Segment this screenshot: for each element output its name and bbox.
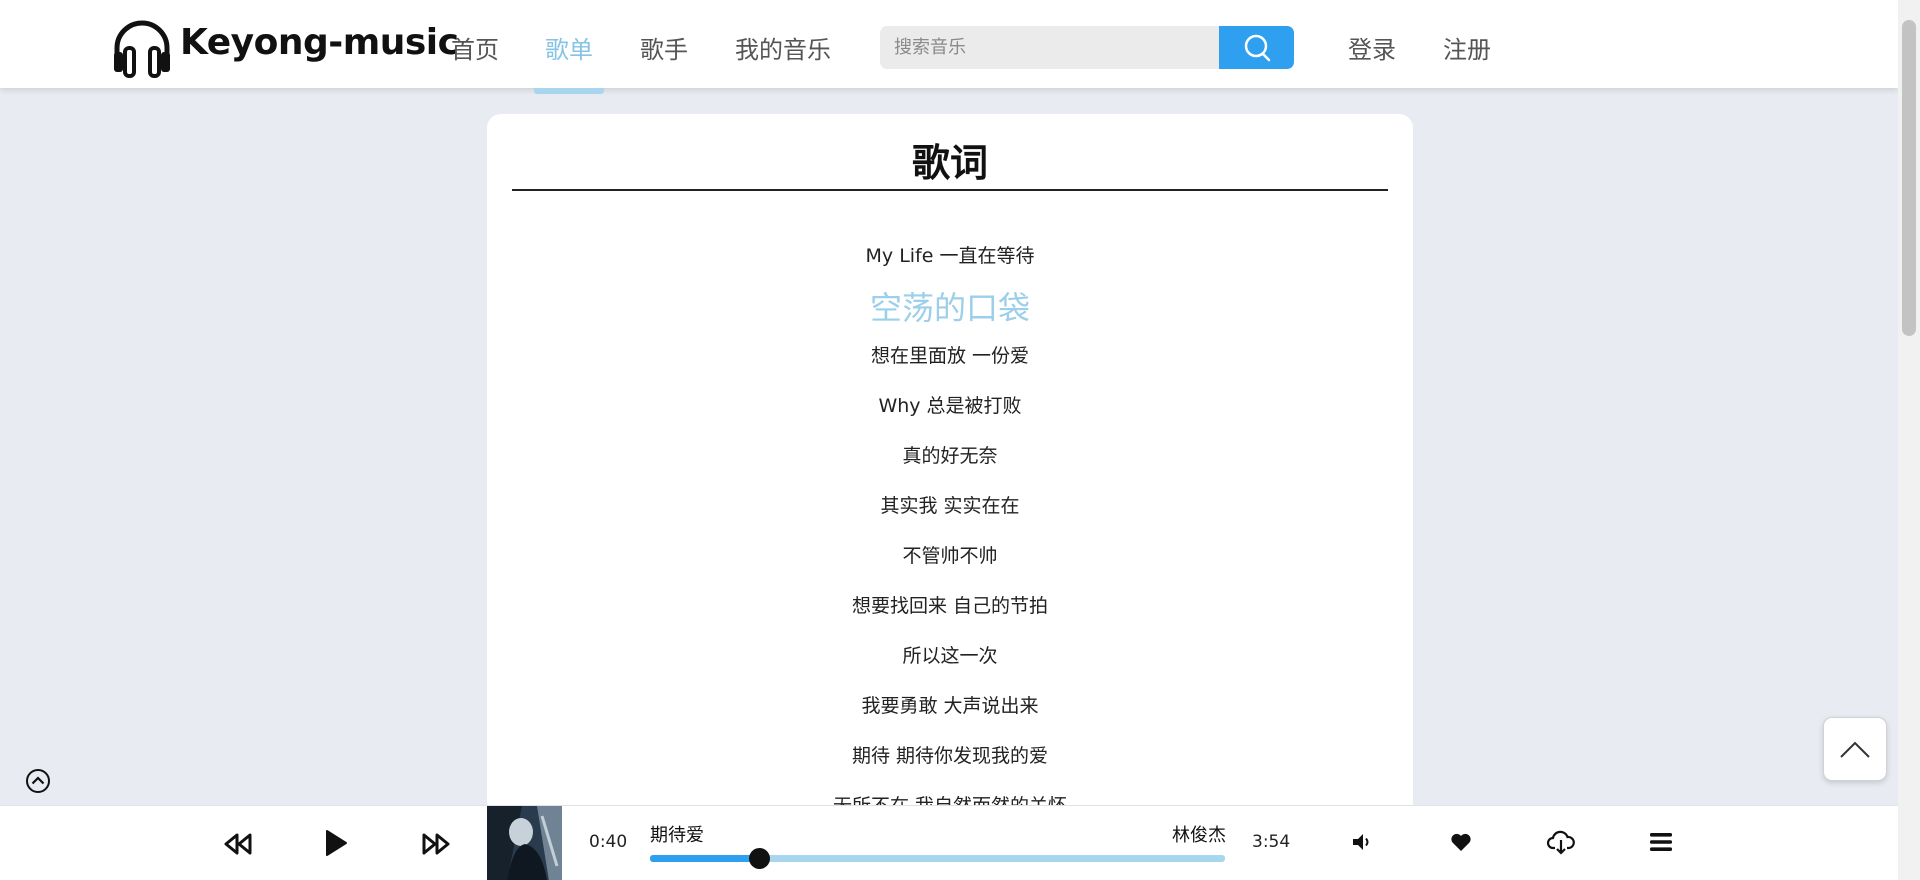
cloud-download-icon — [1547, 830, 1575, 855]
nav-my-music[interactable]: 我的音乐 — [735, 30, 831, 65]
brand-name[interactable]: Keyong-music — [180, 22, 459, 63]
lyrics-title: 歌词 — [911, 141, 988, 185]
volume-icon — [1353, 834, 1369, 850]
progress-fill — [650, 855, 760, 862]
play-icon — [326, 830, 347, 856]
back-to-top-button[interactable] — [1823, 717, 1887, 781]
lyric-line: Why 总是被打败 — [878, 395, 1022, 417]
nav-home[interactable]: 首页 — [451, 30, 499, 65]
login-link[interactable]: 登录 — [1348, 30, 1396, 65]
download-button[interactable] — [1546, 828, 1576, 856]
circle-chevron-up-icon[interactable] — [25, 768, 51, 794]
previous-button[interactable] — [220, 826, 256, 862]
fast-forward-icon — [422, 833, 450, 855]
chevron-up-icon — [1840, 741, 1870, 758]
lyric-line: 不管帅不帅 — [902, 545, 998, 567]
nav-playlists[interactable]: 歌单 — [545, 30, 593, 65]
lyric-line-current: 空荡的口袋 — [869, 289, 1030, 327]
album-cover[interactable] — [487, 806, 562, 880]
playlist-button[interactable] — [1648, 830, 1674, 854]
lyric-line: My Life 一直在等待 — [865, 245, 1035, 267]
lyric-line: 所以这一次 — [902, 645, 998, 667]
like-button[interactable] — [1448, 830, 1474, 854]
lyric-line: 期待 期待你发现我的爱 — [851, 745, 1049, 767]
player-bar: 0:40 期待爱 林俊杰 3:54 — [0, 805, 1898, 880]
volume-button[interactable] — [1350, 830, 1374, 854]
progress-handle[interactable] — [749, 848, 771, 869]
song-title[interactable]: 期待爱 — [650, 821, 704, 847]
total-time: 3:54 — [1252, 832, 1291, 852]
search-input[interactable] — [880, 26, 1220, 69]
page-scrollbar[interactable] — [1898, 0, 1920, 880]
lyric-line: 其实我 实实在在 — [880, 495, 1020, 517]
active-nav-indicator — [534, 88, 604, 94]
menu-icon — [1650, 833, 1672, 851]
heart-icon — [1451, 833, 1471, 851]
rewind-icon — [224, 833, 252, 855]
nav-artists[interactable]: 歌手 — [640, 30, 688, 65]
lyric-line: 真的好无奈 — [902, 445, 998, 467]
lyric-line: 想在里面放 一份爱 — [870, 345, 1030, 367]
search-button[interactable] — [1219, 26, 1294, 69]
current-time: 0:40 — [589, 832, 628, 852]
lyrics-panel: 歌词 My Life 一直在等待 空荡的口袋 想在里面放 一份爱 Why 总是被… — [487, 114, 1413, 880]
search-icon — [1244, 34, 1270, 61]
headphones-icon[interactable] — [111, 16, 173, 78]
scrollbar-thumb[interactable] — [1902, 20, 1916, 336]
top-header: Keyong-music 首页 歌单 歌手 我的音乐 登录 注册 — [0, 0, 1898, 88]
title-divider — [512, 189, 1388, 191]
progress-bar[interactable] — [650, 848, 1225, 869]
artist-name[interactable]: 林俊杰 — [1172, 821, 1226, 847]
album-art-image — [487, 806, 562, 880]
play-button[interactable] — [318, 824, 354, 862]
lyric-line: 想要找回来 自己的节拍 — [851, 595, 1049, 617]
next-button[interactable] — [418, 826, 454, 862]
lyric-line: 我要勇敢 大声说出来 — [861, 695, 1039, 717]
register-link[interactable]: 注册 — [1443, 30, 1491, 65]
